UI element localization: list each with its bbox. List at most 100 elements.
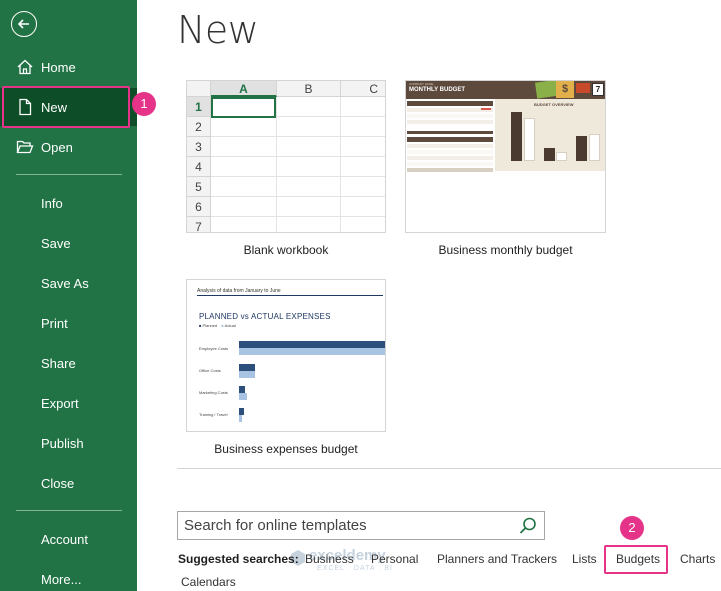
row-header-7: 7 — [187, 217, 211, 232]
budget-bar — [524, 118, 535, 161]
nav-share[interactable]: Share — [0, 344, 137, 382]
nav-home-label: Home — [41, 59, 76, 75]
row-header-6: 6 — [187, 197, 211, 217]
expense-bar-planned — [239, 341, 385, 348]
sidebar-divider — [16, 510, 122, 511]
nav-info-label: Info — [41, 195, 63, 211]
budget-chart-title: BUDGET OVERVIEW — [534, 102, 574, 107]
expenses-legend: ■ Planned ■ Actual — [199, 323, 236, 328]
nav-home[interactable]: Home — [0, 48, 137, 86]
step-badge-1: 1 — [132, 92, 156, 116]
budget-bar — [544, 148, 555, 161]
nav-close[interactable]: Close — [0, 464, 137, 502]
expense-bar-planned — [239, 364, 255, 371]
budget-table-row — [407, 150, 493, 154]
expense-bar-actual — [239, 348, 385, 355]
nav-publish-label: Publish — [41, 435, 84, 451]
step-highlight-new — [2, 86, 130, 128]
budget-table-header — [407, 101, 493, 106]
budget-table-row — [407, 144, 493, 148]
column-header-a: A — [211, 81, 277, 97]
suggested-lists[interactable]: Lists — [572, 552, 597, 566]
category-office-costs: Office Costs — [199, 368, 221, 373]
expenses-rule — [197, 295, 383, 296]
nav-more-label: More... — [41, 571, 82, 587]
column-header-b: B — [277, 81, 341, 97]
nav-info[interactable]: Info — [0, 184, 137, 222]
legend-actual: Actual — [224, 323, 236, 328]
template-caption-business-expenses-budget: Business expenses budget — [214, 442, 358, 456]
nav-open-label: Open — [41, 139, 73, 155]
suggested-charts[interactable]: Charts — [680, 552, 715, 566]
template-business-monthly-budget[interactable]: COMPANY NAME MONTHLY BUDGET $ 7 BUDGET O… — [405, 80, 606, 233]
template-search-box — [177, 511, 545, 540]
active-cell-a1 — [211, 97, 276, 118]
budget-negative-value — [481, 108, 491, 110]
row-header-3: 3 — [187, 137, 211, 157]
nav-print-label: Print — [41, 315, 68, 331]
suggested-personal[interactable]: Personal — [371, 552, 418, 566]
expense-bar-actual — [239, 393, 247, 400]
nav-print[interactable]: Print — [0, 304, 137, 342]
category-training-travel: Training / Travel — [199, 412, 228, 417]
category-marketing-costs: Marketing Costs — [199, 390, 228, 395]
budget-table-row — [407, 114, 493, 118]
nav-save[interactable]: Save — [0, 224, 137, 262]
column-header-c: C — [341, 81, 385, 97]
nav-save-label: Save — [41, 235, 71, 251]
arrow-left-icon — [17, 19, 29, 29]
suggested-business[interactable]: Business — [305, 552, 354, 566]
step-badge-2: 2 — [620, 516, 644, 540]
template-search-input[interactable] — [178, 512, 508, 539]
back-button[interactable] — [11, 11, 37, 37]
nav-save-as[interactable]: Save As — [0, 264, 137, 302]
nav-open[interactable]: Open — [0, 128, 137, 166]
row-header-1: 1 — [187, 97, 211, 117]
suggested-planners-and-trackers[interactable]: Planners and Trackers — [437, 552, 557, 566]
nav-export[interactable]: Export — [0, 384, 137, 422]
suggested-searches-label: Suggested searches: — [178, 552, 299, 566]
budget-company-name: COMPANY NAME — [409, 82, 434, 86]
budget-table-row — [407, 162, 493, 166]
receipt-graphic — [576, 83, 590, 93]
row-header-5: 5 — [187, 177, 211, 197]
legend-planned: Planned — [202, 323, 218, 328]
category-employee-costs: Employee Costs — [199, 346, 229, 351]
template-business-expenses-budget[interactable]: Analysis of data from January to June PL… — [186, 279, 386, 432]
budget-table-row — [407, 120, 493, 124]
budget-table-row — [407, 156, 493, 160]
expense-bar-actual — [239, 371, 255, 378]
row-header-2: 2 — [187, 117, 211, 137]
folder-open-icon — [16, 140, 34, 154]
nav-account[interactable]: Account — [0, 520, 137, 558]
section-separator — [177, 468, 721, 469]
nav-more[interactable]: More... — [0, 560, 137, 591]
template-caption-business-monthly-budget: Business monthly budget — [438, 243, 573, 257]
budget-title: MONTHLY BUDGET — [409, 87, 466, 93]
template-blank-workbook[interactable]: A B C 1 2 3 4 5 6 7 — [186, 80, 386, 233]
expense-bar-planned — [239, 408, 244, 415]
nav-export-label: Export — [41, 395, 79, 411]
step-highlight-budgets — [604, 545, 668, 574]
budget-bar — [576, 136, 587, 161]
calendar-icon: 7 — [592, 83, 604, 96]
search-icon[interactable] — [518, 516, 538, 536]
nav-close-label: Close — [41, 475, 75, 491]
sidebar-divider — [16, 174, 122, 175]
dollar-sign-icon: $ — [556, 81, 574, 98]
budget-bar — [511, 112, 522, 161]
watermark-tagline: EXCEL · DATA · BI — [317, 565, 393, 572]
suggested-calendars[interactable]: Calendars — [181, 575, 236, 589]
nav-publish[interactable]: Publish — [0, 424, 137, 462]
budget-table-header — [407, 131, 493, 134]
budget-bar — [556, 152, 567, 161]
home-icon — [17, 59, 33, 75]
expenses-subtitle: Analysis of data from January to June — [197, 288, 281, 294]
page-title: New — [177, 8, 259, 52]
budget-bar — [589, 134, 600, 161]
template-caption-blank-workbook: Blank workbook — [243, 243, 329, 257]
expense-bar-planned — [239, 386, 245, 393]
expenses-title: PLANNED vs ACTUAL EXPENSES — [199, 312, 331, 321]
nav-save-as-label: Save As — [41, 275, 89, 291]
nav-share-label: Share — [41, 355, 76, 371]
